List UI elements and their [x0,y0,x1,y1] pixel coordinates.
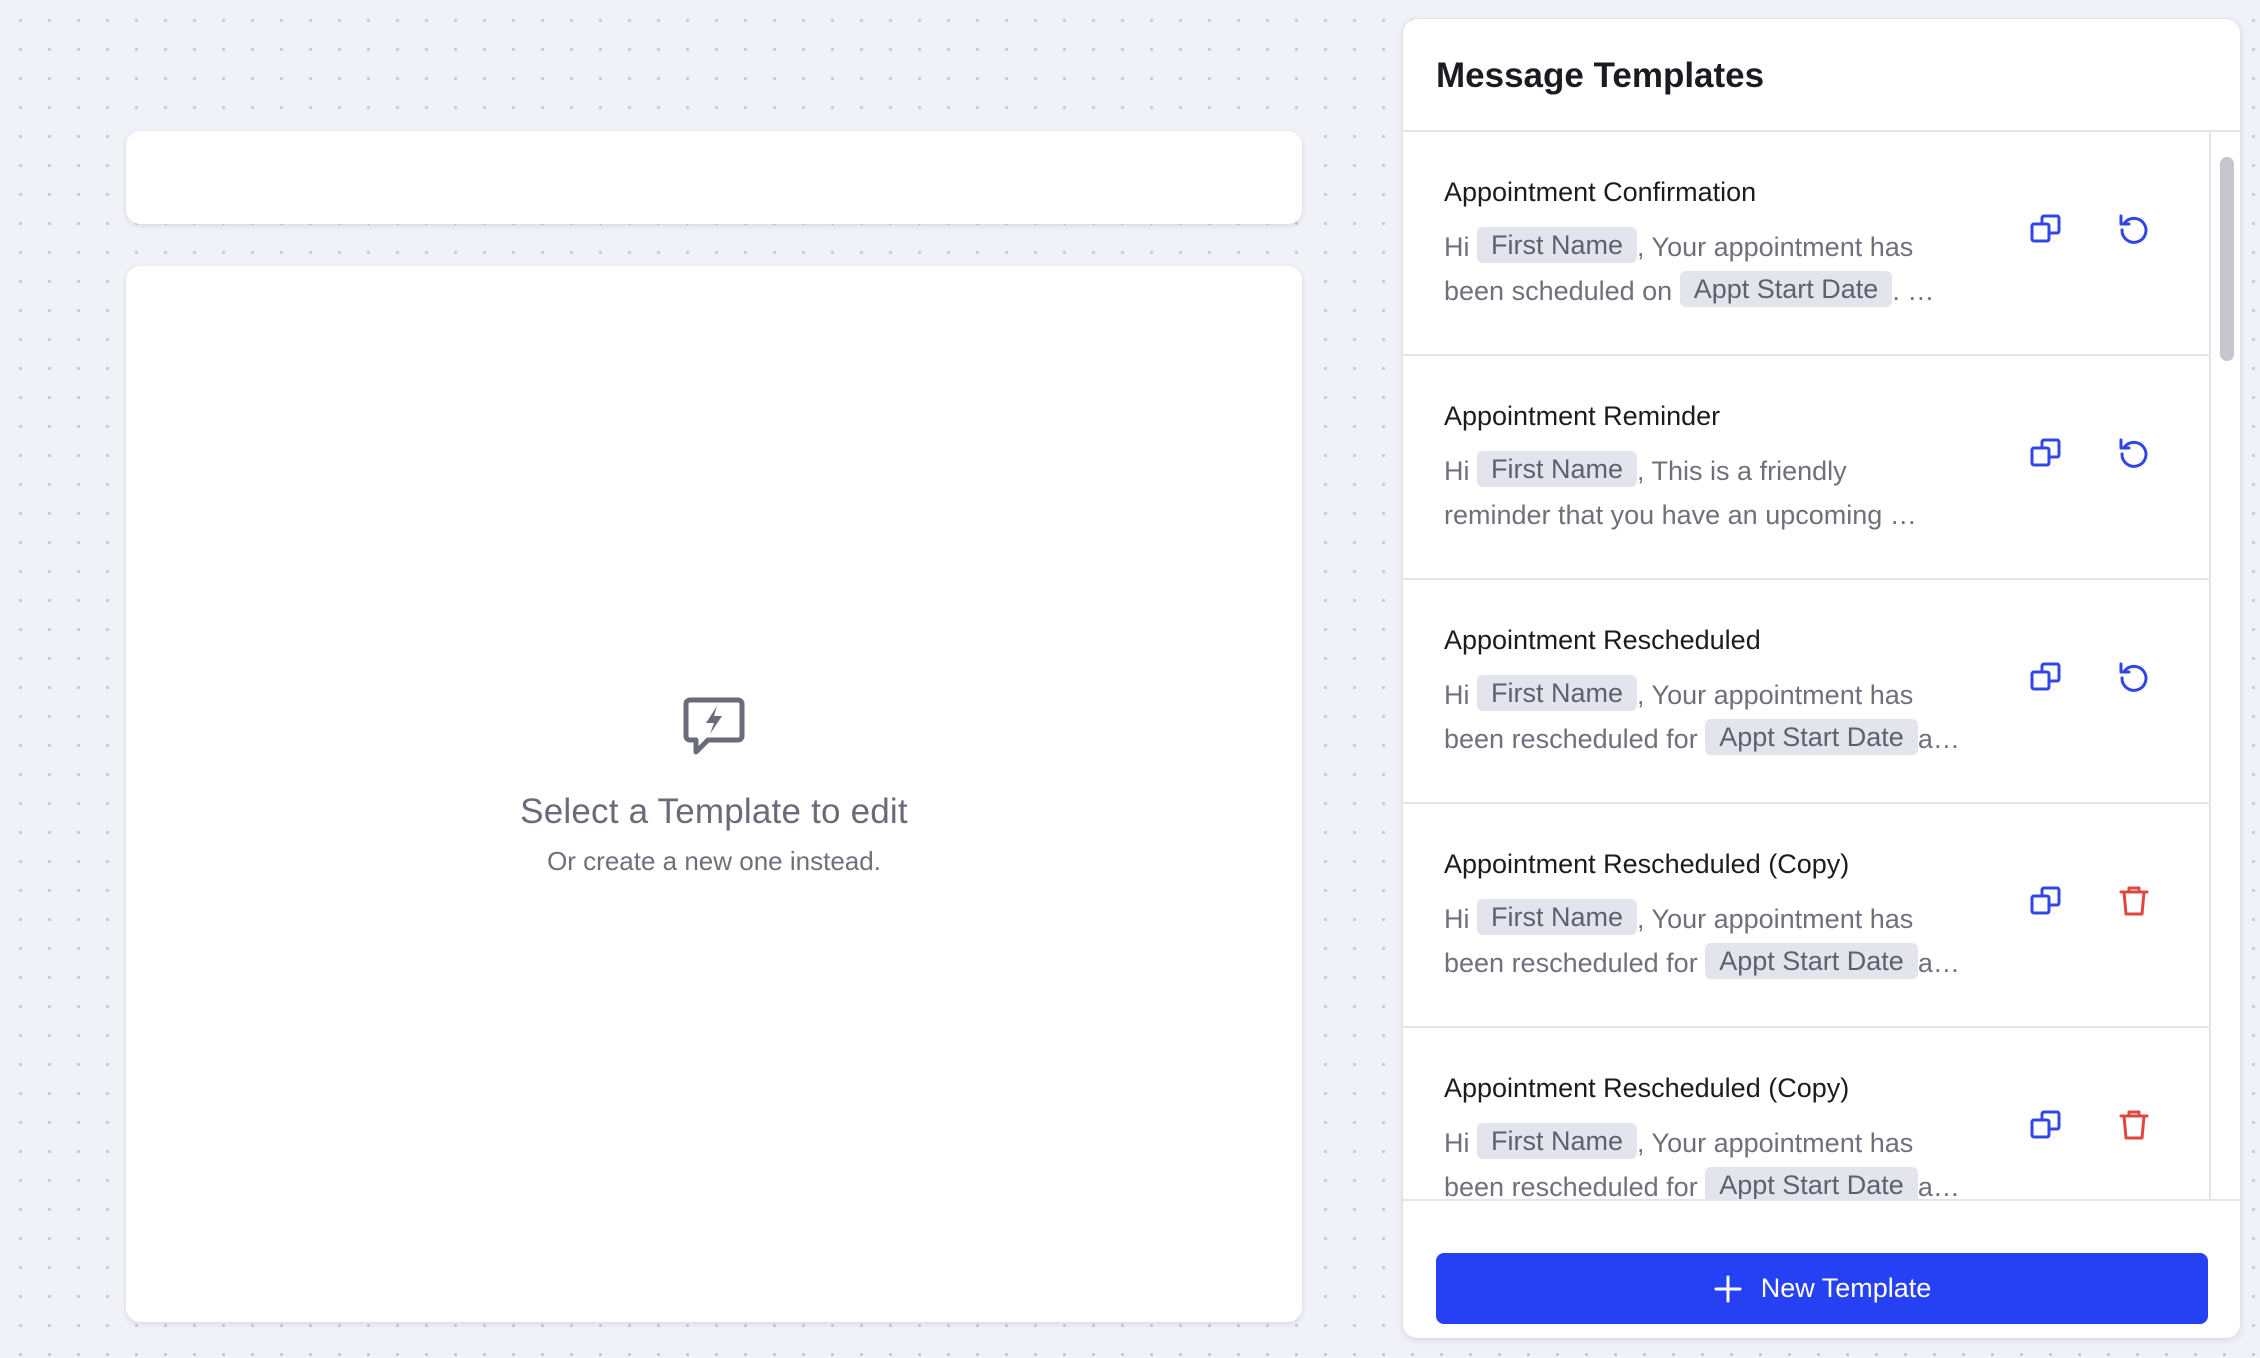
template-preview: Hi First Name, Your appointment has been … [1444,225,1984,313]
template-item[interactable]: Appointment Confirmation Hi First Name, Y… [1403,132,2211,356]
template-item[interactable]: Appointment Rescheduled (Copy) Hi First N… [1403,1028,2211,1219]
scrollbar-thumb[interactable] [2220,157,2234,361]
template-editor-panel: Select a Template to edit Or create a ne… [126,266,1302,1322]
preview-text: been rescheduled for [1444,1172,1698,1202]
merge-field-chip: First Name [1477,675,1638,711]
preview-line: Hi First Name, Your appointment has [1444,225,1984,269]
preview-text: , Your appointment has [1637,1128,1914,1158]
merge-field-chip: First Name [1477,899,1638,935]
template-item[interactable]: Appointment Reminder Hi First Name, This … [1403,356,2211,580]
message-templates-panel: Message Templates Appointment Confirmati… [1403,19,2240,1338]
preview-text: been scheduled on [1444,276,1673,306]
duplicate-button[interactable] [2026,435,2066,475]
merge-field-chip: First Name [1477,451,1638,487]
copy-icon [2029,1108,2063,1147]
reset-icon [2116,211,2152,252]
preview-line: been rescheduled for Appt Start Date a… [1444,717,1984,761]
preview-text: , Your appointment has [1637,680,1914,710]
preview-line: Hi First Name, This is a friendly [1444,449,1984,493]
preview-text: been rescheduled for [1444,948,1698,978]
preview-text: a… [1917,948,1960,978]
preview-line: been rescheduled for Appt Start Date a… [1444,941,1984,985]
template-name: Appointment Rescheduled (Copy) [1444,1073,1850,1103]
template-preview: Hi First Name, Your appointment has been … [1444,1121,1984,1209]
panel-header: Message Templates [1403,19,2240,132]
preview-text: been rescheduled for [1444,724,1698,754]
delete-button[interactable] [2114,1107,2154,1147]
preview-text: . … [1892,276,1935,306]
preview-text: a… [1917,1172,1960,1202]
copy-icon [2029,212,2063,251]
reset-button[interactable] [2114,211,2154,251]
empty-state-subtitle: Or create a new one instead. [547,846,881,876]
merge-field-chip: Appt Start Date [1679,271,1893,307]
empty-state: Select a Template to edit Or create a ne… [126,690,1302,877]
merge-field-chip: Appt Start Date [1705,1167,1918,1203]
preview-line: Hi First Name, Your appointment has [1444,897,1984,941]
duplicate-button[interactable] [2026,883,2066,923]
preview-line: Hi First Name, Your appointment has [1444,673,1984,717]
preview-text: , Your appointment has [1637,232,1914,262]
new-template-label: New Template [1760,1273,1932,1303]
reset-icon [2116,659,2152,700]
template-preview: Hi First Name, Your appointment has been … [1444,673,1984,761]
trash-icon [2117,1108,2151,1147]
preview-line: been scheduled on Appt Start Date. … [1444,269,1984,313]
template-name: Appointment Confirmation [1444,177,1757,207]
template-item[interactable]: Appointment Rescheduled Hi First Name, Yo… [1403,580,2211,804]
duplicate-button[interactable] [2026,1107,2066,1147]
preview-text: reminder that you have an upcoming … [1444,500,1917,530]
duplicate-button[interactable] [2026,659,2066,699]
new-template-button[interactable]: New Template [1436,1253,2208,1324]
template-item[interactable]: Appointment Rescheduled (Copy) Hi First N… [1403,804,2211,1028]
template-list[interactable]: Appointment Confirmation Hi First Name, Y… [1403,132,2211,1219]
merge-field-chip: Appt Start Date [1705,943,1918,979]
preview-text: Hi [1444,456,1470,486]
merge-field-chip: First Name [1477,1123,1638,1159]
plus-icon [1714,1275,1742,1302]
top-toolbar-card [126,131,1302,224]
panel-footer: New Template [1403,1199,2240,1338]
delete-button[interactable] [2114,883,2154,923]
preview-text: , This is a friendly [1637,456,1847,486]
merge-field-chip: Appt Start Date [1705,719,1918,755]
preview-text: , Your appointment has [1637,904,1914,934]
duplicate-button[interactable] [2026,211,2066,251]
merge-field-chip: First Name [1477,227,1638,263]
preview-text: Hi [1444,232,1470,262]
template-name: Appointment Rescheduled (Copy) [1444,849,1850,879]
empty-state-title: Select a Template to edit [520,792,908,831]
template-name: Appointment Rescheduled [1444,625,1761,655]
template-list-scrollbar[interactable] [2213,132,2240,1219]
panel-title: Message Templates [1436,55,1765,95]
preview-text: a… [1917,724,1960,754]
copy-icon [2029,660,2063,699]
preview-line: reminder that you have an upcoming … [1444,493,1984,537]
copy-icon [2029,884,2063,923]
trash-icon [2117,884,2151,923]
template-preview: Hi First Name, Your appointment has been … [1444,897,1984,985]
template-name: Appointment Reminder [1444,401,1721,431]
chat-bolt-icon [683,697,745,755]
preview-text: Hi [1444,1128,1470,1158]
copy-icon [2029,436,2063,475]
reset-button[interactable] [2114,659,2154,699]
preview-line: Hi First Name, Your appointment has [1444,1121,1984,1165]
preview-text: Hi [1444,904,1470,934]
template-preview: Hi First Name, This is a friendly reminde… [1444,449,1984,537]
preview-text: Hi [1444,680,1470,710]
reset-button[interactable] [2114,435,2154,475]
reset-icon [2116,435,2152,476]
